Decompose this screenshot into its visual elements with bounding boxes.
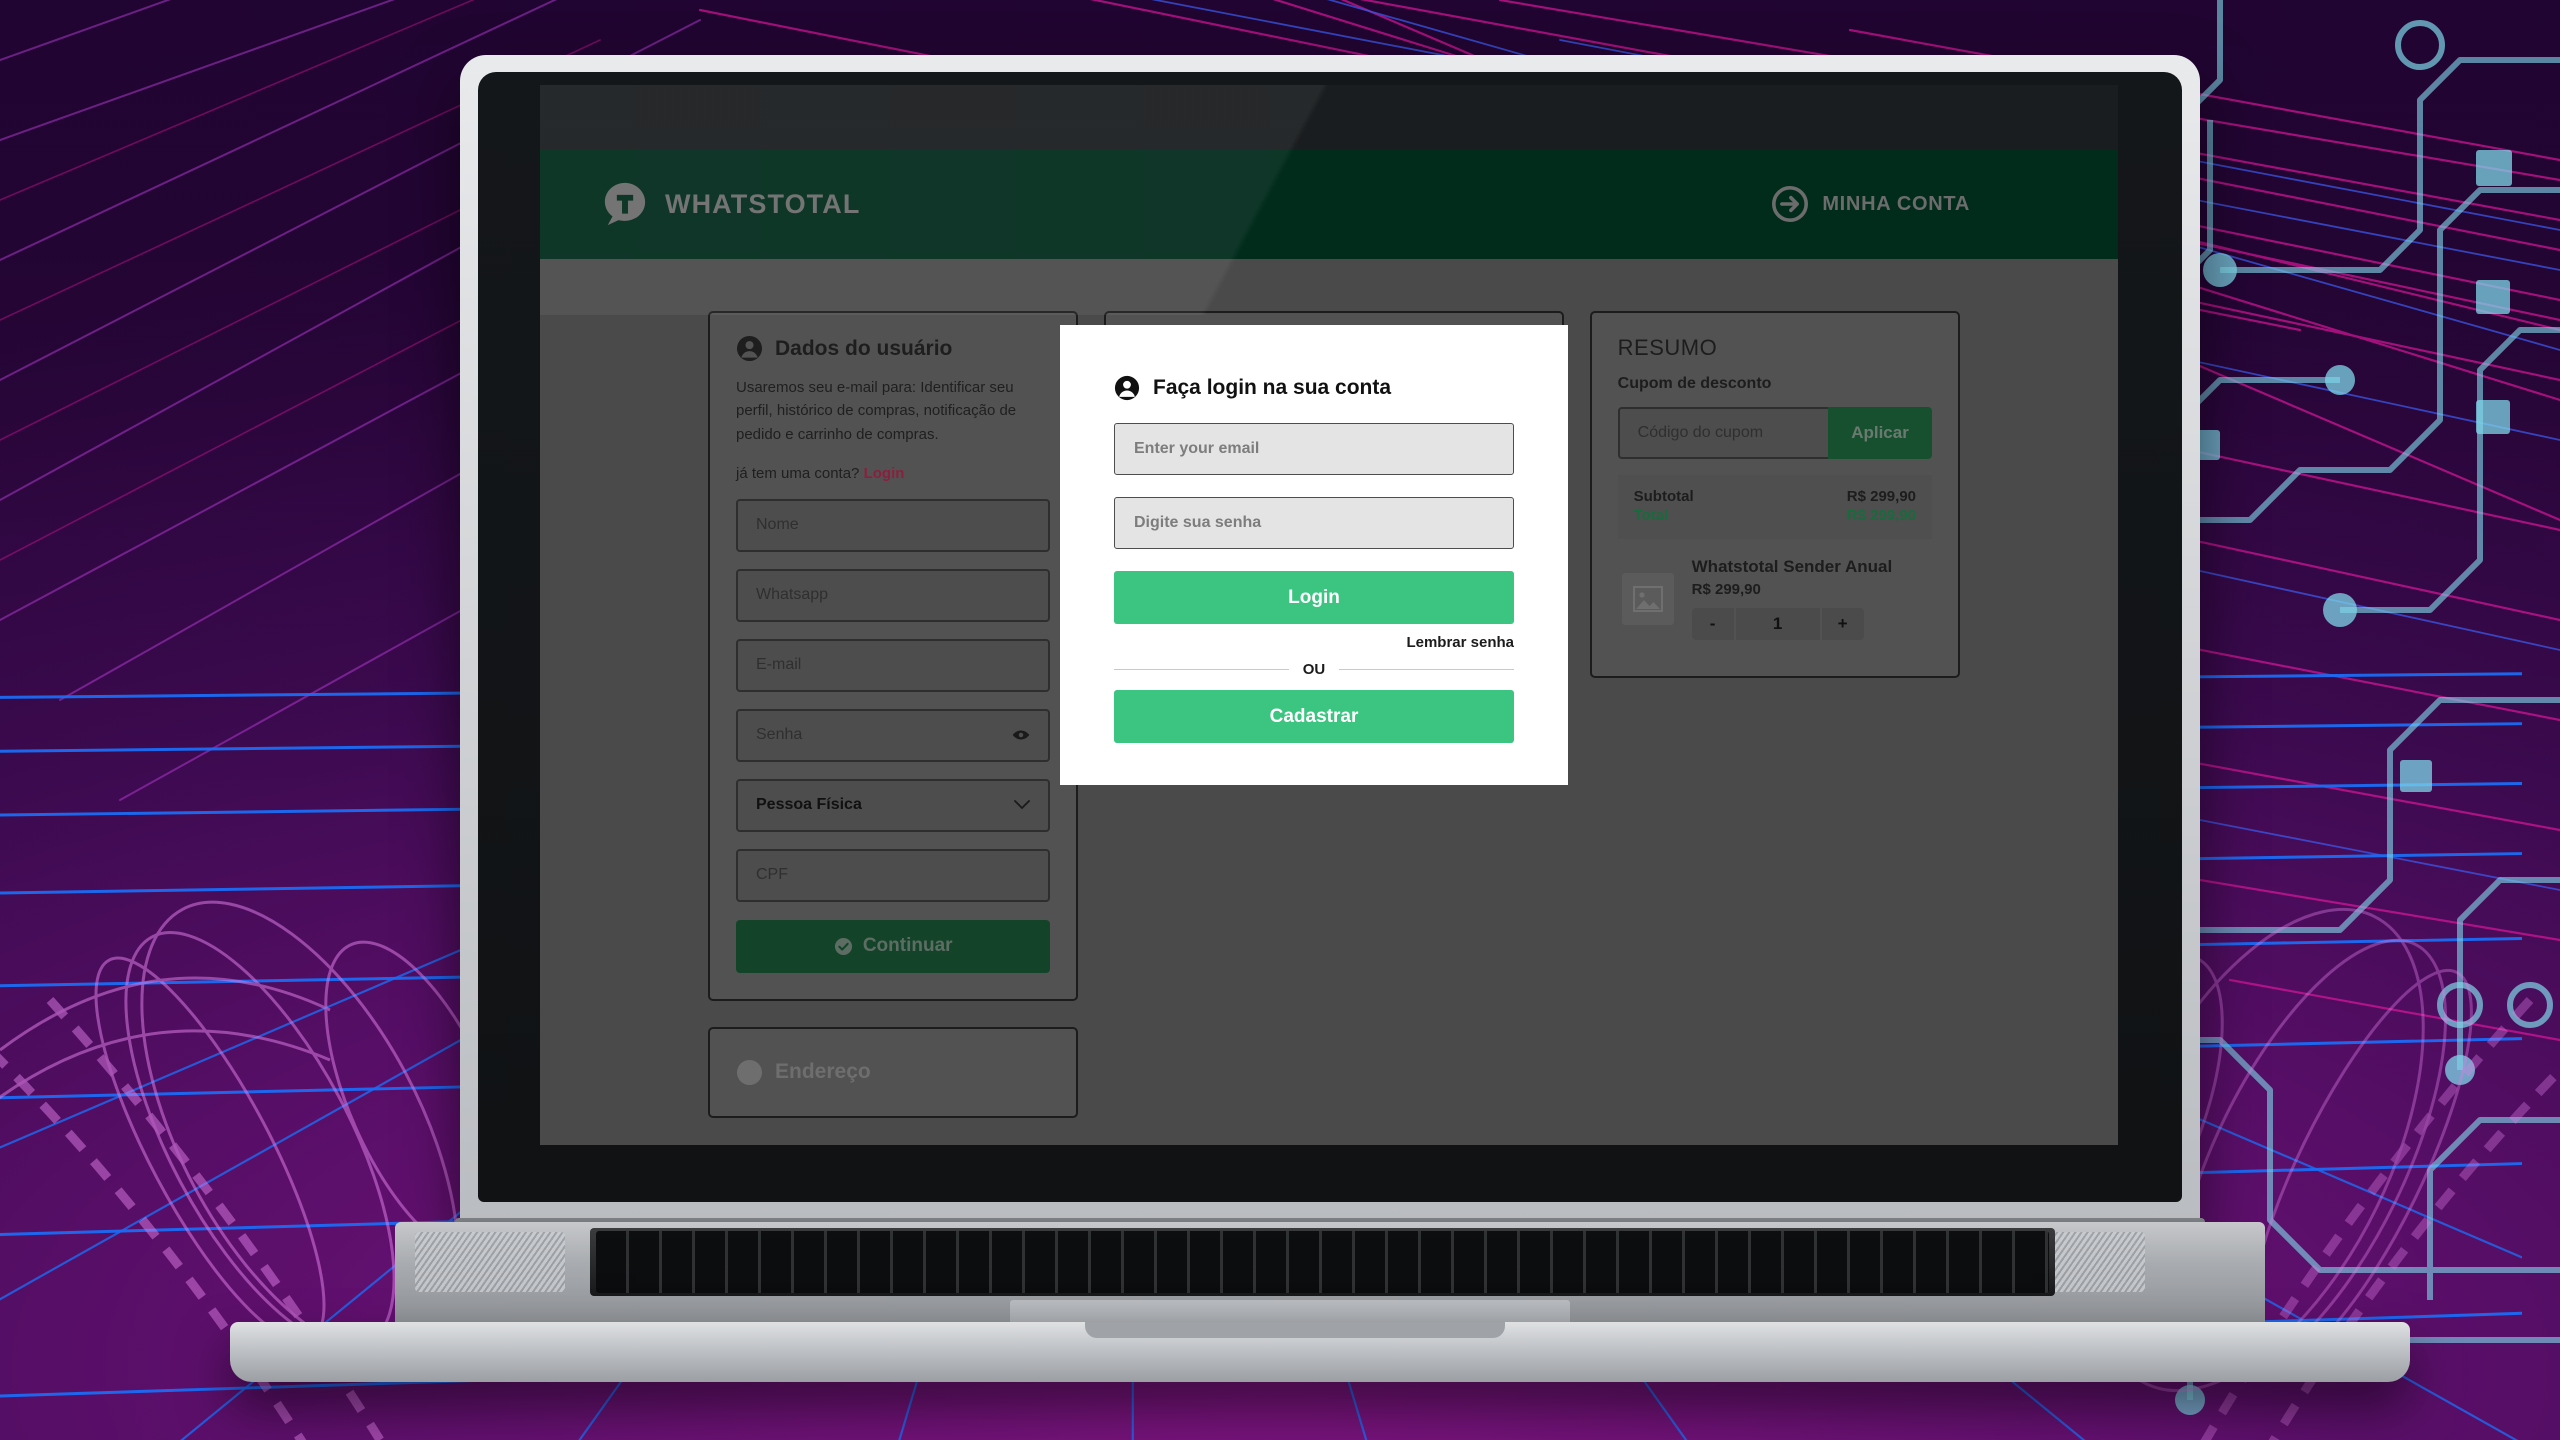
login-email-input[interactable]: Enter your email (1114, 423, 1514, 475)
summary-title: RESUMO (1617, 335, 1718, 360)
image-placeholder-icon (1632, 585, 1663, 612)
cpf-input-placeholder: CPF (756, 866, 788, 884)
address-card-title: Endereço (775, 1060, 871, 1084)
name-input-placeholder: Nome (756, 516, 799, 534)
login-link[interactable]: Login (864, 465, 905, 482)
laptop-base-notch (1085, 1322, 1505, 1338)
coupon-label: Cupom de desconto (1617, 375, 1772, 392)
total-label: Total (1633, 507, 1669, 524)
login-password-placeholder: Digite sua senha (1134, 514, 1262, 531)
apply-coupon-button[interactable]: Aplicar (1828, 407, 1933, 459)
coupon-row: Código do cupom Aplicar (1617, 407, 1933, 459)
existing-account-question: já tem uma conta? Login (736, 465, 1050, 482)
divider-label: OU (1302, 661, 1326, 678)
product-info: Whatstotal Sender Anual R$ 299,90 - 1 + (1691, 557, 1928, 640)
login-email-placeholder: Enter your email (1134, 440, 1260, 457)
address-card-header: Endereço (736, 1059, 1050, 1086)
address-card[interactable]: Endereço (708, 1026, 1079, 1118)
checkout-left-column: Dados do usuário Usaremos seu e-mail par… (708, 311, 1079, 1118)
chevron-down-icon (1014, 800, 1031, 810)
password-input-placeholder: Senha (756, 726, 803, 744)
user-data-card-header: Dados do usuário (736, 335, 1050, 362)
user-circle-icon (1114, 375, 1140, 401)
quantity-stepper: - 1 + (1691, 608, 1864, 640)
whatsapp-input[interactable]: Whatsapp (736, 568, 1051, 622)
user-data-title: Dados do usuário (775, 336, 953, 360)
summary-card: RESUMO Cupom de desconto Código do cupom… (1589, 311, 1961, 678)
password-input[interactable]: Senha (736, 708, 1051, 762)
quantity-increment-button[interactable]: + (1821, 608, 1864, 640)
laptop-screen: WHATSTOTAL MINHA CONTA Dados do usuário … (540, 85, 2118, 1145)
my-account-label: MINHA CONTA (1822, 192, 1970, 215)
user-data-card: Dados do usuário Usaremos seu e-mail par… (708, 311, 1079, 1001)
laptop-keys (596, 1231, 2049, 1293)
existing-account-text: já tem uma conta? (736, 464, 860, 482)
login-password-input[interactable]: Digite sua senha (1114, 497, 1514, 549)
or-divider: OU (1114, 661, 1514, 678)
login-submit-button[interactable]: Login (1114, 571, 1514, 624)
laptop-keyboard (590, 1228, 2055, 1296)
eye-icon[interactable] (1012, 729, 1030, 741)
cpf-input[interactable]: CPF (736, 848, 1051, 902)
product-row: Whatstotal Sender Anual R$ 299,90 - 1 + (1618, 557, 1932, 650)
product-thumbnail (1621, 572, 1674, 625)
user-data-hint: Usaremos seu e-mail para: Identificar se… (736, 379, 1017, 443)
quantity-decrement-button[interactable]: - (1691, 608, 1734, 640)
laptop-mockup: WHATSTOTAL MINHA CONTA Dados do usuário … (0, 0, 2560, 1440)
subtotal-value: R$ 299,90 (1846, 488, 1917, 505)
brand-name: WHATSTOTAL (665, 188, 861, 219)
person-type-value: Pessoa Física (756, 796, 862, 814)
login-modal: Faça login na sua conta Enter your email… (1060, 325, 1568, 785)
forgot-password-link[interactable]: Lembrar senha (1114, 634, 1514, 651)
subtotal-label: Subtotal (1633, 488, 1694, 505)
register-button[interactable]: Cadastrar (1114, 690, 1514, 743)
coupon-input[interactable]: Código do cupom (1617, 407, 1829, 459)
totals-block: Subtotal R$ 299,90 Total R$ 299,90 (1617, 475, 1933, 539)
total-row: Total R$ 299,90 (1634, 507, 1916, 524)
continue-button-label: Continuar (862, 935, 953, 957)
divider-line-left (1114, 669, 1289, 670)
login-modal-header: Faça login na sua conta (1114, 375, 1514, 401)
subtotal-row: Subtotal R$ 299,90 (1634, 488, 1916, 505)
product-name: Whatstotal Sender Anual (1691, 557, 1893, 576)
map-pin-icon (736, 1059, 763, 1085)
name-input[interactable]: Nome (736, 498, 1051, 552)
login-modal-title: Faça login na sua conta (1153, 376, 1392, 399)
site-header: WHATSTOTAL MINHA CONTA (540, 149, 2118, 259)
email-input-placeholder: E-mail (756, 656, 802, 674)
whatsapp-input-placeholder: Whatsapp (756, 586, 829, 604)
quantity-value: 1 (1735, 608, 1820, 640)
product-price: R$ 299,90 (1691, 581, 1761, 598)
continue-button[interactable]: Continuar (736, 919, 1051, 973)
total-value: R$ 299,90 (1846, 507, 1917, 524)
laptop-speaker-left (415, 1232, 565, 1292)
brand[interactable]: WHATSTOTAL (602, 181, 860, 227)
checkout-right-column: RESUMO Cupom de desconto Código do cupom… (1589, 311, 1961, 678)
arrow-right-circle-icon (1772, 186, 1809, 222)
coupon-input-placeholder: Código do cupom (1637, 424, 1764, 441)
person-type-select[interactable]: Pessoa Física (736, 778, 1051, 832)
divider-line-right (1339, 669, 1514, 670)
my-account-link[interactable]: MINHA CONTA (1772, 186, 1970, 222)
check-circle-icon (834, 937, 852, 955)
email-input[interactable]: E-mail (736, 638, 1051, 692)
speech-bubble-t-icon (604, 182, 646, 226)
user-circle-icon (736, 335, 763, 362)
